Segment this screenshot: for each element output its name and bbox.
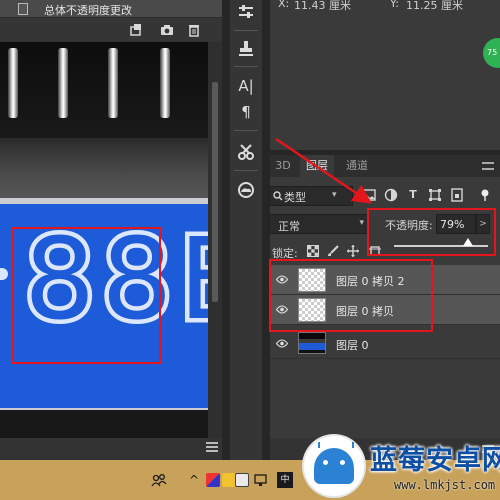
character-icon[interactable]: A| (236, 76, 256, 96)
stamp-icon[interactable] (236, 38, 256, 58)
history-panel-footer (0, 438, 222, 460)
canvas-scrollbar[interactable] (208, 42, 222, 438)
filter-smart-object-icon[interactable] (450, 188, 464, 202)
chevron-down-icon: ▾ (359, 218, 364, 228)
y-coordinate-label: Y: (390, 0, 399, 10)
network-icon[interactable] (253, 472, 269, 488)
filter-adjustment-icon[interactable] (384, 188, 398, 202)
paragraph-icon[interactable]: ¶ (236, 102, 256, 122)
lock-image-pixels-brush-icon[interactable] (326, 245, 340, 259)
tray-app-icon[interactable] (235, 473, 249, 487)
info-panel: X: 11.43 厘米 Y: 11.25 厘米 75 (270, 0, 500, 150)
x-coordinate-value: 11.43 厘米 (294, 0, 351, 12)
watermark-url: www.lmkjst.com (394, 478, 496, 492)
annotation-arrow (275, 138, 372, 204)
lock-transparent-pixels-icon[interactable] (306, 245, 320, 259)
blend-mode-value: 正常 (278, 220, 300, 233)
input-method-icon[interactable]: 中 (277, 472, 293, 488)
android-logo-icon (304, 436, 364, 496)
grille-photo-region (0, 42, 208, 142)
x-coordinate-label: X: (278, 0, 290, 10)
annotation-box-layers (269, 259, 433, 332)
panel-menu-icon[interactable] (482, 162, 494, 170)
trash-icon[interactable] (186, 22, 202, 38)
filter-type-icon[interactable]: T (406, 188, 420, 202)
history-item-label: 总体不透明度更改 (44, 4, 132, 17)
properties-sliders-icon[interactable] (236, 2, 256, 22)
scrollbar-thumb[interactable] (212, 82, 218, 302)
lock-position-move-icon[interactable] (346, 245, 360, 259)
layer-name: 图层 0 (336, 339, 369, 352)
watermark-brand: 蓝莓安卓网 (370, 445, 500, 476)
camera-snapshot-icon[interactable] (159, 22, 175, 38)
blend-mode-select[interactable]: 正常 ▾ (269, 214, 369, 234)
filter-toggle-icon[interactable] (478, 188, 492, 202)
chevron-up-icon[interactable]: ^ (186, 472, 202, 488)
new-document-from-state-icon[interactable] (128, 22, 144, 38)
people-icon[interactable] (151, 472, 167, 488)
document-icon (18, 3, 28, 15)
layer-row[interactable]: 图层 0 (270, 329, 500, 359)
annotation-box-opacity (367, 208, 496, 256)
progress-badge: 75 (483, 38, 500, 68)
eye-visibility-icon[interactable] (276, 339, 288, 348)
annotation-box-digits (12, 227, 161, 364)
watermark: 蓝莓安卓网 www.lmkjst.com (298, 432, 500, 500)
history-toolbar (0, 18, 222, 42)
panel-menu-icon[interactable] (206, 442, 218, 452)
filter-shape-icon[interactable] (428, 188, 442, 202)
tool-presets-icon[interactable] (236, 142, 256, 162)
panel-icon-column: A| ¶ (230, 0, 262, 460)
tray-app-icon[interactable] (222, 473, 236, 487)
tray-app-icon[interactable] (206, 473, 220, 487)
y-coordinate-value: 11.25 厘米 (406, 0, 463, 12)
layer-thumbnail (298, 332, 326, 354)
history-item[interactable]: 总体不透明度更改 (0, 0, 222, 18)
creative-cloud-libraries-icon[interactable] (236, 180, 256, 200)
